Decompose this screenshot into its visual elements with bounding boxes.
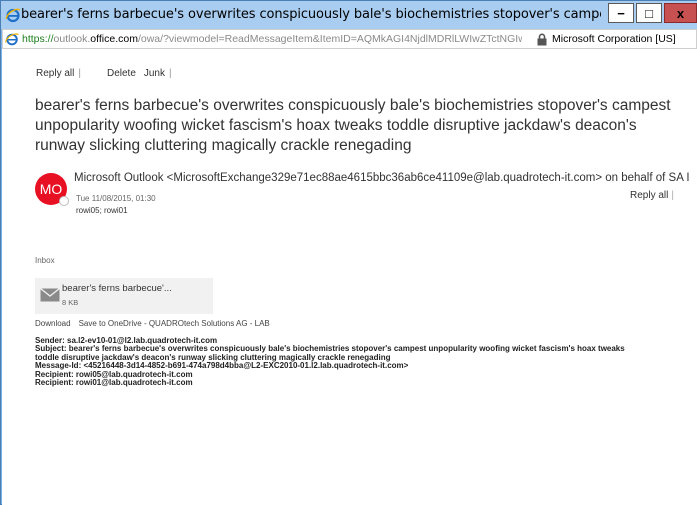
address-url[interactable]: https://outlook.office.com/owa/?viewmode… xyxy=(22,33,522,45)
junk-button[interactable]: Junk xyxy=(144,68,165,79)
toolbar-separator-2: | xyxy=(169,68,172,79)
reply-all-button[interactable]: Reply all xyxy=(36,68,74,79)
ie-icon xyxy=(5,8,21,23)
envelope-icon xyxy=(40,288,60,302)
recipient-list[interactable]: rowi05; rowi01 xyxy=(76,206,128,215)
save-to-onedrive-link[interactable]: Save to OneDrive - QUADROtech Solutions … xyxy=(79,319,270,328)
lock-icon[interactable] xyxy=(536,33,548,46)
message-date: Tue 11/08/2015, 01:30 xyxy=(76,194,156,203)
ie-page-icon xyxy=(5,33,19,46)
message-subject: bearer's ferns barbecue's overwrites con… xyxy=(35,97,671,154)
attachment-card[interactable]: bearer's ferns barbecue'... 8 KB xyxy=(35,278,213,314)
toolbar-separator: | xyxy=(78,68,81,79)
message-toolbar: Reply all | Delete Junk | xyxy=(36,68,198,79)
attachment-size: 8 KB xyxy=(62,298,79,307)
url-subdomain: outlook. xyxy=(53,33,91,45)
reply-all-link[interactable]: Reply all xyxy=(630,190,668,201)
presence-indicator xyxy=(59,196,69,206)
delete-button[interactable]: Delete xyxy=(107,68,136,79)
message-pane: Reply all | Delete Junk | bearer's ferns bar… xyxy=(2,49,697,505)
close-button[interactable]: x xyxy=(664,3,697,23)
reply-all-separator: | xyxy=(671,190,674,201)
certificate-label[interactable]: Microsoft Corporation [US] xyxy=(552,33,676,45)
url-scheme: https:// xyxy=(22,33,54,45)
reply-all-header: Reply all | xyxy=(630,190,674,201)
maximize-button[interactable]: □ xyxy=(636,3,662,23)
url-domain: office.com xyxy=(90,33,138,45)
download-link[interactable]: Download xyxy=(35,319,71,328)
body-line: Recipient: rowi01@lab.quadrotech-it.com xyxy=(35,378,193,388)
folder-label: Inbox xyxy=(35,256,55,265)
window-title: bearer's ferns barbecue's overwrites con… xyxy=(21,7,601,22)
sender-line[interactable]: Microsoft Outlook <MicrosoftExchange329e… xyxy=(74,172,690,184)
title-bar[interactable]: bearer's ferns barbecue's overwrites con… xyxy=(1,1,697,29)
address-bar[interactable]: https://outlook.office.com/owa/?viewmode… xyxy=(2,29,697,49)
message-body: Sender: sa.l2-ev10-01@l2.lab.quadrotech-… xyxy=(35,336,695,388)
url-path: /owa/?viewmodel=ReadMessageItem&ItemID=A… xyxy=(137,33,522,45)
browser-window: bearer's ferns barbecue's overwrites con… xyxy=(0,0,697,505)
attachment-name: bearer's ferns barbecue'... xyxy=(62,283,172,294)
attachment-actions: Download Save to OneDrive - QUADROtech So… xyxy=(35,319,278,328)
minimize-button[interactable]: − xyxy=(608,3,634,23)
